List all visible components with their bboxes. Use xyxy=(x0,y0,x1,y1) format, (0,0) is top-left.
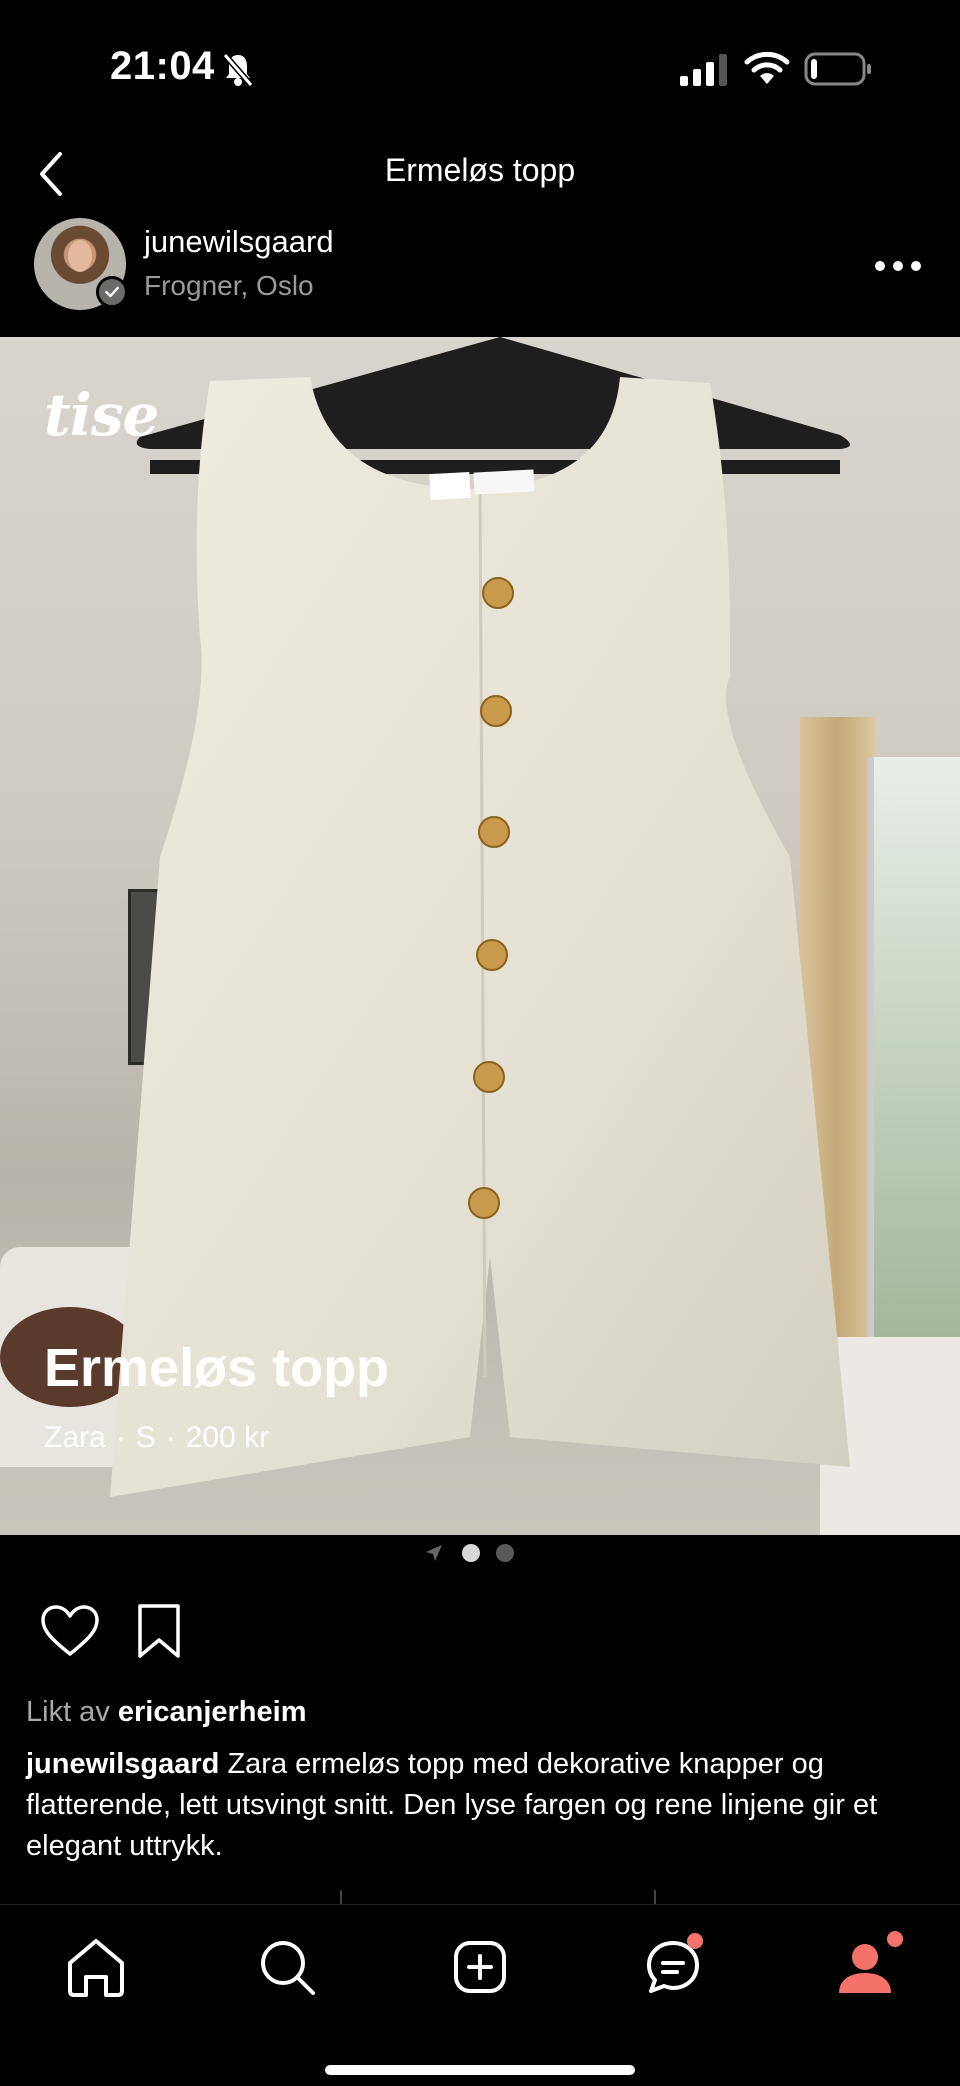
status-time: 21:04 xyxy=(110,44,215,88)
description: junewilsgaard Zara ermeløs topp med deko… xyxy=(26,1744,936,1867)
tab-messages[interactable] xyxy=(633,1927,713,2007)
spec-divider xyxy=(654,1890,656,1904)
liked-by-user[interactable]: ericanjerheim xyxy=(118,1696,307,1728)
seller-location: Frogner, Oslo xyxy=(144,270,314,301)
liked-by-prefix: Likt av xyxy=(26,1696,110,1728)
status-bar: 21:04 xyxy=(0,0,960,140)
tab-bar xyxy=(0,1904,960,2086)
tab-add[interactable] xyxy=(440,1927,520,2007)
more-horizontal-icon[interactable] xyxy=(874,260,922,272)
liked-by[interactable]: Likt av ericanjerheim xyxy=(26,1696,307,1729)
specs-peek xyxy=(0,1888,960,1904)
tab-search[interactable] xyxy=(247,1927,327,2007)
bookmark-icon[interactable] xyxy=(134,1602,184,1660)
size-label: S xyxy=(135,1421,156,1454)
spec-divider xyxy=(340,1890,342,1904)
tab-profile[interactable] xyxy=(825,1927,905,2007)
meta-separator: · xyxy=(115,1421,126,1454)
messages-badge xyxy=(687,1933,703,1949)
nav-header: Ermeløs topp xyxy=(0,140,960,220)
search-icon xyxy=(261,1941,315,1995)
plus-square-icon xyxy=(454,1941,506,1993)
price-label: 200 kr xyxy=(185,1421,270,1454)
tise-watermark: tise xyxy=(44,381,159,449)
home-icon xyxy=(68,1939,124,1997)
description-username[interactable]: junewilsgaard xyxy=(26,1748,219,1780)
location-arrow-icon xyxy=(426,1545,442,1561)
heart-icon[interactable] xyxy=(40,1604,100,1658)
product-image[interactable]: tise Ermeløs topp Zara · S · 200 kr xyxy=(0,337,960,1535)
brand-label: Zara xyxy=(44,1421,106,1454)
avatar-face xyxy=(68,240,92,272)
image-pagination xyxy=(0,1535,960,1569)
pagination-dot[interactable] xyxy=(496,1544,514,1562)
verified-check-icon xyxy=(96,276,128,308)
page-title: Ermeløs topp xyxy=(384,152,576,188)
wifi-icon xyxy=(744,51,790,84)
image-meta: Zara · S · 200 kr xyxy=(44,1421,269,1455)
seller-username[interactable]: junewilsgaard xyxy=(144,224,334,260)
signal-icon xyxy=(680,54,727,86)
pagination-dot-active[interactable] xyxy=(462,1544,480,1562)
bell-muted-icon xyxy=(222,53,254,87)
battery-icon xyxy=(804,52,871,86)
image-title: Ermeløs topp xyxy=(44,1338,390,1398)
seller-row[interactable]: junewilsgaard Frogner, Oslo xyxy=(0,218,960,318)
meta-separator: · xyxy=(165,1421,176,1454)
profile-badge xyxy=(887,1931,903,1947)
home-indicator xyxy=(325,2065,635,2075)
tab-home[interactable] xyxy=(56,1927,136,2007)
